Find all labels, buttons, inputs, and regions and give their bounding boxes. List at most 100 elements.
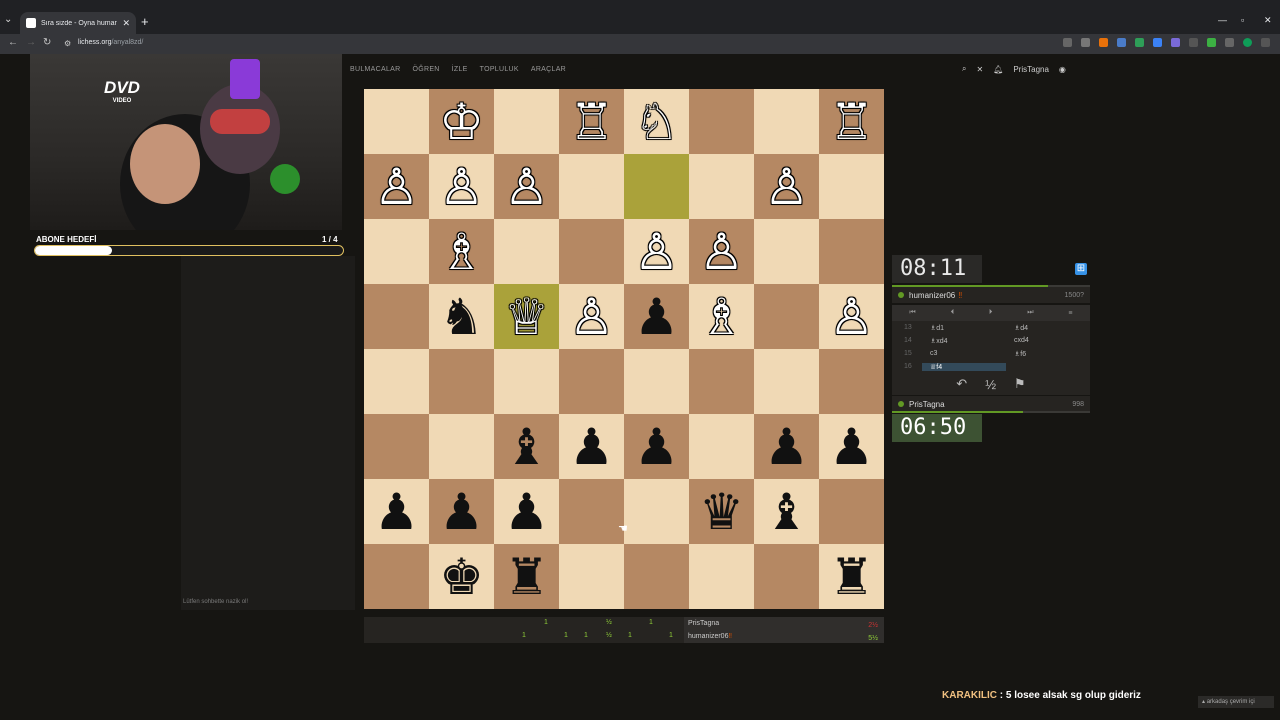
black-queen-icon[interactable]: ♛ xyxy=(699,487,744,537)
board-square[interactable] xyxy=(819,219,884,284)
board-square[interactable] xyxy=(494,219,559,284)
white-move[interactable]: ♗xd4 xyxy=(922,337,1006,345)
board-square[interactable] xyxy=(754,349,819,414)
takeback-icon[interactable]: ↶ xyxy=(956,376,967,392)
board-square[interactable] xyxy=(754,219,819,284)
black-rook-icon[interactable]: ♜ xyxy=(504,552,549,602)
black-move[interactable]: cxd4 xyxy=(1006,337,1090,344)
board-square[interactable] xyxy=(624,349,689,414)
crosstable-cell[interactable]: 1 xyxy=(564,632,568,639)
white-pawn-icon[interactable]: ♙ xyxy=(699,227,744,277)
board-square[interactable]: ♜ xyxy=(494,544,559,609)
board-square[interactable]: ♜ xyxy=(819,544,884,609)
board-square[interactable] xyxy=(364,544,429,609)
menu-icon[interactable] xyxy=(1261,38,1270,47)
black-pawn-icon[interactable]: ♟ xyxy=(504,487,549,537)
crosstable-cell[interactable]: ½ xyxy=(606,632,612,639)
extension-icon[interactable] xyxy=(1117,38,1126,47)
profile-avatar[interactable] xyxy=(1243,38,1252,47)
black-pawn-icon[interactable]: ♟ xyxy=(764,422,809,472)
board-square[interactable]: ♚ xyxy=(429,544,494,609)
board-square[interactable]: ♝ xyxy=(754,479,819,544)
url-field[interactable]: lichess.org/anyal8zd/ xyxy=(78,39,143,46)
black-move[interactable]: ♗d4 xyxy=(1006,324,1090,332)
black-pawn-icon[interactable]: ♟ xyxy=(829,422,874,472)
offer-draw-icon[interactable]: ½ xyxy=(985,377,996,392)
browser-tab[interactable]: Sıra sizde - Oyna humanizer06 ✕ xyxy=(20,12,136,34)
site-info-icon[interactable]: ⚙ xyxy=(64,39,71,48)
board-square[interactable] xyxy=(624,479,689,544)
board-square[interactable] xyxy=(364,89,429,154)
close-window-icon[interactable]: ✕ xyxy=(1264,15,1272,26)
board-square[interactable] xyxy=(819,154,884,219)
black-pawn-icon[interactable]: ♟ xyxy=(634,292,679,342)
maximize-icon[interactable]: ▫ xyxy=(1241,15,1244,25)
board-square[interactable] xyxy=(754,544,819,609)
black-bishop-icon[interactable]: ♝ xyxy=(764,487,809,537)
white-pawn-icon[interactable]: ♙ xyxy=(829,292,874,342)
board-square[interactable] xyxy=(754,284,819,349)
board-square[interactable]: ♝ xyxy=(494,414,559,479)
forward-icon[interactable]: → xyxy=(26,37,36,48)
new-tab-icon[interactable]: + xyxy=(141,14,149,29)
crosstable-cell[interactable]: 1 xyxy=(649,619,653,626)
board-square[interactable]: ♟ xyxy=(559,414,624,479)
black-bishop-icon[interactable]: ♝ xyxy=(504,422,549,472)
white-pawn-icon[interactable]: ♙ xyxy=(504,162,549,212)
board-square[interactable] xyxy=(689,414,754,479)
board-square[interactable] xyxy=(624,154,689,219)
nav-item-1[interactable]: ÖĞREN xyxy=(412,66,439,73)
close-icon[interactable]: ✕ xyxy=(976,65,983,74)
board-square[interactable] xyxy=(819,479,884,544)
back-icon[interactable]: ← xyxy=(8,37,18,48)
board-square[interactable] xyxy=(364,414,429,479)
player-name[interactable]: PrisTagna xyxy=(909,400,945,409)
board-square[interactable] xyxy=(689,154,754,219)
white-move[interactable]: c3 xyxy=(922,350,1006,357)
board-square[interactable]: ♙ xyxy=(624,219,689,284)
black-pawn-icon[interactable]: ♟ xyxy=(439,487,484,537)
white-rook-icon[interactable]: ♖ xyxy=(829,97,874,147)
white-bishop-icon[interactable]: ♗ xyxy=(439,227,484,277)
board-square[interactable]: ♟ xyxy=(754,414,819,479)
board-square[interactable] xyxy=(689,349,754,414)
board-square[interactable]: ♙ xyxy=(494,154,559,219)
black-pawn-icon[interactable]: ♟ xyxy=(374,487,419,537)
white-move[interactable]: ♕f4 xyxy=(922,362,1006,371)
user-avatar-icon[interactable]: ◉ xyxy=(1059,65,1066,74)
extension-icon[interactable] xyxy=(1207,38,1216,47)
board-square[interactable] xyxy=(429,349,494,414)
board-square[interactable]: ♙ xyxy=(559,284,624,349)
notifications-bell-icon[interactable]: 🔔︎ xyxy=(993,65,1003,74)
board-square[interactable] xyxy=(364,219,429,284)
chat-input[interactable]: Lütfen sohbette nazik ol! xyxy=(183,599,248,605)
white-king-icon[interactable]: ♔ xyxy=(439,97,484,147)
first-move-icon[interactable]: ⏮ xyxy=(909,309,915,317)
board-square[interactable]: ♖ xyxy=(559,89,624,154)
board-square[interactable]: ♙ xyxy=(819,284,884,349)
board-square[interactable]: ♙ xyxy=(689,219,754,284)
extension-icon[interactable] xyxy=(1135,38,1144,47)
board-square[interactable]: ♔ xyxy=(429,89,494,154)
board-square[interactable] xyxy=(559,154,624,219)
board-square[interactable]: ♟ xyxy=(364,479,429,544)
board-square[interactable] xyxy=(559,219,624,284)
board-square[interactable]: ♗ xyxy=(429,219,494,284)
board-square[interactable]: ♟ xyxy=(494,479,559,544)
board-square[interactable] xyxy=(819,349,884,414)
white-pawn-icon[interactable]: ♙ xyxy=(764,162,809,212)
board-square[interactable]: ♟ xyxy=(624,284,689,349)
black-knight-icon[interactable]: ♞ xyxy=(439,292,484,342)
board-square[interactable] xyxy=(754,89,819,154)
board-square[interactable]: ♖ xyxy=(819,89,884,154)
white-move[interactable]: ♗d1 xyxy=(922,324,1006,332)
black-pawn-icon[interactable]: ♟ xyxy=(634,422,679,472)
black-pawn-icon[interactable]: ♟ xyxy=(569,422,614,472)
prev-move-icon[interactable]: ⏴ xyxy=(951,309,955,317)
white-queen-icon[interactable]: ♕ xyxy=(504,292,549,342)
board-square[interactable] xyxy=(559,479,624,544)
white-bishop-icon[interactable]: ♗ xyxy=(699,292,744,342)
white-pawn-icon[interactable]: ♙ xyxy=(439,162,484,212)
crosstable-cell[interactable]: ½ xyxy=(606,619,612,626)
board-square[interactable] xyxy=(624,544,689,609)
